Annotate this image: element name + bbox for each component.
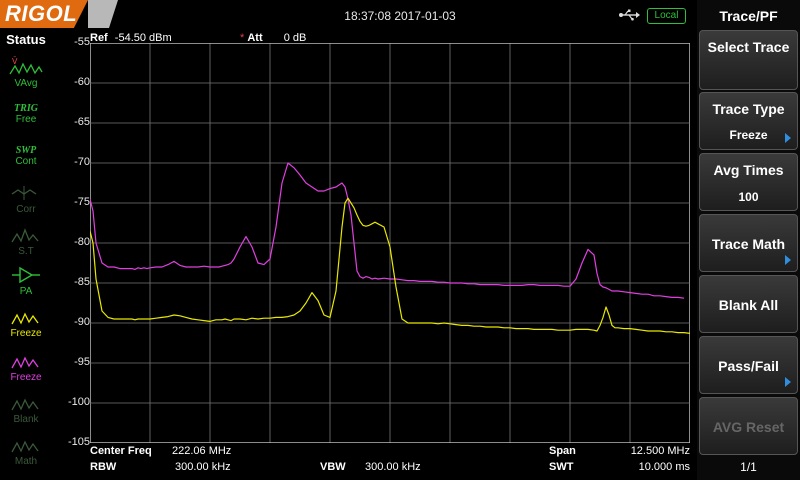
usb-icon: [619, 9, 640, 21]
avg-reset-label: AVG Reset: [712, 419, 785, 435]
status-trig: TRIG Free: [4, 100, 48, 138]
y-tick-label: -55: [74, 36, 90, 48]
trace-math-button[interactable]: Trace Math: [699, 214, 798, 272]
trace-type-value: Freeze: [729, 128, 768, 142]
corr-icon: [11, 186, 37, 200]
status-corr: Corr: [4, 182, 48, 220]
status-trace2-label: Freeze: [10, 372, 42, 383]
math-icon: [11, 440, 39, 453]
y-tick-label: -95: [74, 356, 90, 368]
grid: [90, 43, 690, 443]
vavg-icon: V̄: [9, 56, 43, 75]
avg-reset-button[interactable]: AVG Reset: [699, 397, 798, 455]
trace-line-1: [90, 162, 685, 299]
y-tick-label: -105: [67, 436, 90, 448]
swt-value: 10.000 ms: [638, 461, 690, 473]
trace-math-label: Trace Math: [711, 236, 786, 252]
status-vavg: V̄ VAvg: [4, 56, 48, 94]
avg-times-value: 100: [738, 190, 759, 204]
status-st-label: S.T: [18, 246, 34, 257]
status-trig-label: Free: [15, 114, 37, 125]
status-title: Status: [6, 32, 46, 47]
select-trace-label: Select Trace: [707, 39, 790, 55]
status-swp-label: Cont: [15, 156, 37, 167]
trace-type-button[interactable]: Trace Type Freeze: [699, 92, 798, 150]
status-vavg-label: VAvg: [14, 78, 38, 89]
status-st: S.T: [4, 224, 48, 262]
trace2-icon: [11, 356, 39, 369]
center-freq-label: Center Freq: [90, 445, 152, 457]
y-tick-label: -80: [74, 236, 90, 248]
status-trace3: Blank: [4, 392, 48, 430]
center-freq-value: 222.06 MHz: [172, 445, 232, 457]
vbw-label: VBW: [320, 461, 346, 473]
svg-text:V̄: V̄: [12, 56, 18, 66]
submenu-arrow-icon: [785, 377, 791, 387]
y-tick-label: -65: [74, 116, 90, 128]
y-tick-label: -100: [67, 396, 90, 408]
y-tick-label: -85: [74, 276, 90, 288]
status-trace1-label: Freeze: [10, 328, 42, 339]
status-trace3-label: Blank: [13, 414, 39, 425]
rbw-label: RBW: [90, 461, 117, 473]
select-trace-button[interactable]: Select Trace 1 2 3: [699, 30, 798, 108]
trace1-icon: [11, 312, 39, 325]
y-tick-label: -60: [74, 76, 90, 88]
submenu-arrow-icon: [785, 255, 791, 265]
swt-label: SWT: [549, 461, 574, 473]
status-pa: PA: [4, 264, 48, 302]
status-math: Math: [4, 434, 48, 472]
submenu-arrow-icon: [785, 133, 791, 143]
blank-all-button[interactable]: Blank All: [699, 275, 798, 333]
trace3-icon: [11, 398, 39, 411]
st-icon: [11, 228, 39, 243]
blank-all-label: Blank All: [718, 297, 779, 313]
status-math-label: Math: [14, 456, 38, 467]
pass-fail-button[interactable]: Pass/Fail: [699, 336, 798, 394]
spectrum-plot: [90, 43, 690, 443]
menu-page-indicator: 1/1: [740, 460, 757, 474]
status-trace1: Freeze: [4, 306, 48, 344]
span-value: 12.500 MHz: [630, 445, 690, 457]
y-tick-label: -90: [74, 316, 90, 328]
status-trig-title: TRIG: [14, 103, 38, 114]
rbw-value: 300.00 kHz: [175, 461, 231, 473]
status-corr-label: Corr: [16, 204, 36, 215]
status-pa-label: PA: [19, 286, 33, 297]
menu-title: Trace/PF: [719, 8, 778, 24]
date-time: 18:37:08 2017-01-03: [344, 9, 456, 23]
y-tick-label: -75: [74, 196, 90, 208]
vbw-value: 300.00 kHz: [365, 461, 421, 473]
avg-times-label: Avg Times: [713, 162, 784, 178]
local-badge[interactable]: Local: [647, 8, 686, 24]
status-swp: SWP Cont: [4, 142, 48, 180]
avg-times-button[interactable]: Avg Times 100: [699, 153, 798, 211]
span-label: Span: [549, 445, 576, 457]
pass-fail-label: Pass/Fail: [718, 358, 779, 374]
trace-type-label: Trace Type: [712, 101, 785, 117]
y-tick-label: -70: [74, 156, 90, 168]
brand-name: RIGOL: [5, 1, 78, 26]
pa-icon: [12, 266, 40, 284]
status-swp-title: SWP: [15, 145, 37, 156]
status-trace2: Freeze: [4, 350, 48, 388]
